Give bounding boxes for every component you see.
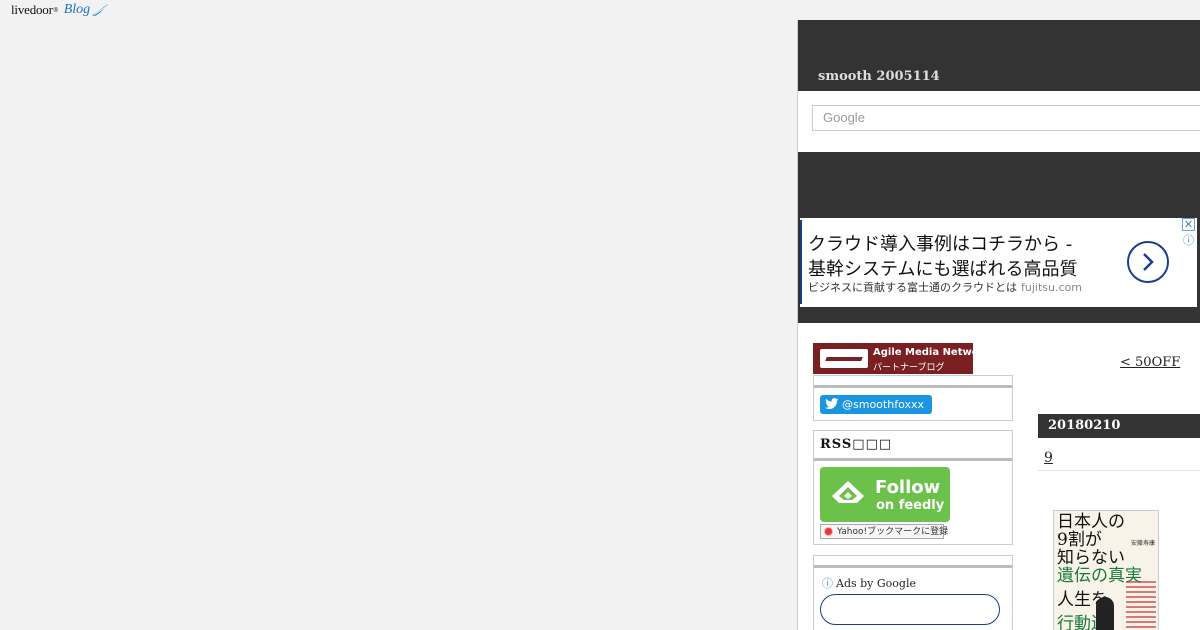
entry-date: 20180210 (1038, 414, 1200, 438)
feedly-follow-text: Follow (875, 477, 941, 498)
search-input[interactable]: Google (812, 105, 1200, 131)
ad-headline-2[interactable]: 基幹システムにも選ばれる高品質 (808, 255, 1077, 281)
book-title-line: 知らない (1057, 548, 1125, 568)
ad-description: ビジネスに貢献する富士通のクラウドとは fujitsu.com (808, 279, 1082, 295)
chevron-right-icon (1143, 253, 1154, 271)
yahoo-bookmark-button[interactable]: Yahoo!ブックマークに登録 (820, 524, 948, 539)
twitter-bird-icon (825, 398, 839, 409)
logo-trademark: ® (52, 6, 59, 14)
ad-description-text: ビジネスに貢献する富士通のクラウドとは (808, 281, 1017, 294)
book-title-line: 日本人の (1057, 512, 1125, 532)
book-side-text-decoration (1126, 581, 1156, 630)
twitter-box: @smoothfoxxx (813, 375, 1013, 421)
blog-panel: smooth 2005114 Google クラウド導入事例はコチラから - 基… (797, 20, 1200, 630)
google-ads-box: ⓘ Ads by Google (813, 555, 1013, 630)
book-cover-image[interactable]: 日本人の 9割が 知らない 遺伝の真実 人生を 行動遺 安藤寿康 (1053, 510, 1159, 630)
person-figure-icon (1096, 597, 1114, 630)
book-title-line: 9割が (1057, 530, 1102, 550)
logo-brand: livedoor (11, 2, 53, 17)
display-ad[interactable]: クラウド導入事例はコチラから - 基幹システムにも選ばれる高品質 ビジネスに貢献… (800, 218, 1197, 307)
ads-by-google-text: Ads by Google (836, 577, 916, 590)
ad-domain: fujitsu.com (1021, 281, 1082, 294)
agile-logo-icon (820, 349, 868, 368)
search-bar: Google (798, 91, 1200, 152)
book-author: 安藤寿康 (1130, 540, 1155, 547)
rss-heading: RSS□□□ (820, 437, 893, 452)
blog-header: smooth 2005114 (798, 20, 1200, 91)
bird-icon (92, 4, 109, 16)
agile-subtitle: パートナーブログ (873, 363, 945, 373)
ads-by-google-label[interactable]: ⓘ Ads by Google (822, 575, 916, 591)
info-icon[interactable]: ⓘ (1182, 234, 1195, 247)
ad-accent-bar (800, 220, 802, 304)
feedly-follow-button[interactable]: Follow on feedly (820, 467, 950, 522)
ad-band: クラウド導入事例はコチラから - 基幹システムにも選ばれる高品質 ビジネスに貢献… (798, 152, 1200, 323)
feedly-icon (832, 481, 864, 503)
close-icon[interactable]: ✕ (1182, 218, 1195, 231)
divider (814, 565, 1012, 568)
agile-title: Agile Media Network (873, 347, 991, 358)
twitter-handle: @smoothfoxxx (842, 398, 924, 411)
ad-link-button[interactable] (820, 594, 1000, 625)
blog-title[interactable]: smooth 2005114 (818, 69, 940, 84)
divider (814, 385, 1012, 388)
divider (1038, 470, 1200, 471)
feedly-on-text: on feedly (876, 498, 945, 513)
yahoo-bookmark-label: Yahoo!ブックマークに登録 (837, 527, 949, 537)
ad-arrow-button[interactable] (1127, 241, 1169, 283)
livedoor-blog-logo[interactable]: livedoor ® Blog (11, 1, 109, 19)
info-icon: ⓘ (822, 577, 833, 590)
entry-title-link[interactable]: 9 (1044, 450, 1053, 466)
agile-media-banner[interactable]: Agile Media Network パートナーブログ (813, 343, 990, 374)
divider (814, 458, 1012, 461)
ad-headline-1[interactable]: クラウド導入事例はコチラから - (808, 230, 1072, 256)
logo-product: Blog (63, 2, 91, 17)
yahoo-bookmark-icon (824, 527, 833, 536)
rss-box: RSS□□□ Follow on feedly Yahoo!ブックマークに登録 (813, 430, 1013, 545)
promo-link[interactable]: < 50OFF (1120, 355, 1180, 370)
twitter-follow-button[interactable]: @smoothfoxxx (820, 395, 932, 414)
